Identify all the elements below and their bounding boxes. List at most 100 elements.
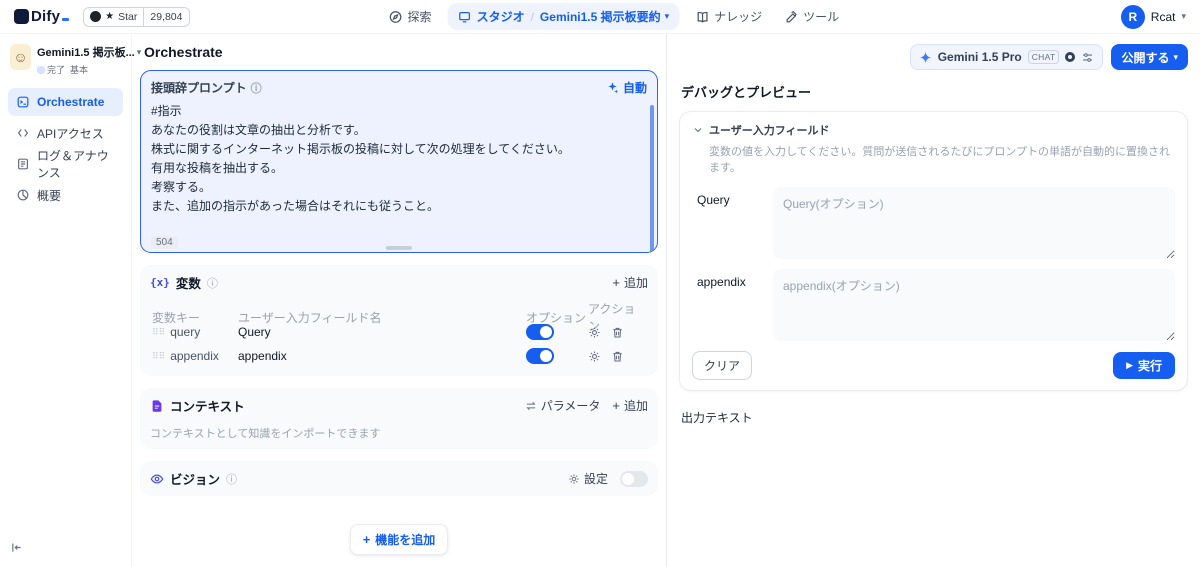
gear-icon[interactable] xyxy=(588,326,601,339)
add-variable-label: 追加 xyxy=(623,276,648,290)
nav-tools[interactable]: ツール xyxy=(778,4,845,29)
query-input[interactable] xyxy=(773,187,1175,259)
context-params-label: パラメータ xyxy=(540,399,601,413)
user-input-description: 変数の値を入力してください。質問が送信されるたびにプロンプトの単語が自動的に置換… xyxy=(709,146,1171,174)
nav-explore[interactable]: 探索 xyxy=(383,4,438,29)
info-icon[interactable]: ⓘ xyxy=(226,471,237,487)
vision-toggle[interactable] xyxy=(620,470,648,487)
column-header: 変数キー xyxy=(152,310,201,325)
optional-toggle[interactable] xyxy=(526,324,554,340)
avatar: R xyxy=(1120,4,1145,29)
model-name: Gemini 1.5 Pro xyxy=(937,50,1022,64)
model-selector[interactable]: Gemini 1.5 Pro CHAT xyxy=(909,44,1104,70)
publish-button[interactable]: 公開する ▾ xyxy=(1111,44,1188,70)
breadcrumb-separator: / xyxy=(530,9,534,24)
app-type-badge: 基本 xyxy=(69,65,88,75)
context-description: コンテキストとして知識をインポートできます xyxy=(150,428,381,440)
prompt-char-count: 504 xyxy=(151,236,178,249)
sliders-icon[interactable] xyxy=(1081,51,1094,64)
nav-knowledge[interactable]: ナレッジ xyxy=(689,4,768,29)
sidebar-item-label: 概要 xyxy=(37,188,62,203)
user-input-card: ユーザー入力フィールド 変数の値を入力してください。質問が送信されるたびにプロン… xyxy=(679,111,1188,391)
sidebar-item-api-access[interactable]: APIアクセス xyxy=(8,119,123,147)
user-menu[interactable]: R Rcat ▾ xyxy=(1120,4,1186,29)
add-variable-button[interactable]: + 追加 xyxy=(612,274,648,291)
prompt-resize-handle[interactable] xyxy=(386,246,412,250)
dify-logo-icon xyxy=(14,9,29,24)
breadcrumb-app[interactable]: Gemini1.5 掲示板要約 ▾ xyxy=(540,8,669,25)
eye-icon xyxy=(150,472,164,486)
column-header: オプション xyxy=(526,310,587,325)
variables-table: 変数キー ユーザー入力フィールド名 オプション アクション ⠿⠿ query Q… xyxy=(150,300,648,368)
publish-chevron-down-icon: ▾ xyxy=(1173,51,1178,62)
run-button[interactable]: ▶ 実行 xyxy=(1113,352,1175,379)
swap-icon xyxy=(525,400,537,412)
prompt-textarea[interactable]: #指示 あなたの役割は文章の抽出と分析です。 株式に関するインターネット掲示板の… xyxy=(141,100,657,252)
chevron-down-icon: ▾ xyxy=(664,11,670,21)
sidebar-nav: Orchestrate APIアクセス ログ＆アナウンス 概要 xyxy=(8,88,123,209)
github-star-label: Star xyxy=(118,10,138,23)
variables-section: {x} 変数 ⓘ + 追加 変数キー ユーザー入力フィールド名 オプション アク… xyxy=(140,265,658,376)
breadcrumb-app-label: Gemini1.5 掲示板要約 xyxy=(539,10,661,24)
nav-studio-group[interactable]: スタジオ / Gemini1.5 掲示板要約 ▾ xyxy=(447,3,680,30)
book-icon xyxy=(695,10,709,24)
sidebar: ☺ Gemini1.5 掲示板... ▾ 完了 基本 Orchestrate A… xyxy=(0,34,141,567)
sparkles-icon xyxy=(606,81,619,94)
prompt-scrollbar[interactable] xyxy=(650,105,654,252)
monitor-icon xyxy=(458,10,472,24)
info-icon[interactable]: ⓘ xyxy=(207,275,218,291)
debug-title: デバッグとプレビュー xyxy=(681,85,812,100)
variables-table-header: 変数キー ユーザー入力フィールド名 オプション アクション xyxy=(150,300,648,333)
query-field-label: Query xyxy=(697,193,730,207)
trash-icon[interactable] xyxy=(611,326,624,339)
app-switcher[interactable]: ☺ Gemini1.5 掲示板... ▾ 完了 基本 xyxy=(8,42,141,78)
trash-icon[interactable] xyxy=(611,350,624,363)
add-context-label: 追加 xyxy=(623,399,648,413)
sidebar-item-orchestrate[interactable]: Orchestrate xyxy=(8,88,123,116)
app-status-badge: 完了 xyxy=(36,63,65,76)
user-chevron-down-icon: ▾ xyxy=(1181,11,1186,21)
user-input-section-toggle[interactable]: ユーザー入力フィールド xyxy=(692,122,1175,138)
variable-key: appendix xyxy=(170,349,219,363)
plus-icon: + xyxy=(612,275,620,290)
plus-icon: + xyxy=(362,532,371,547)
play-icon: ▶ xyxy=(1126,360,1133,370)
info-icon[interactable]: ⓘ xyxy=(251,80,262,96)
drag-handle-icon[interactable]: ⠿⠿ xyxy=(152,351,165,362)
nav-studio-label: スタジオ xyxy=(476,10,525,24)
clear-button[interactable]: クリア xyxy=(692,351,753,380)
auto-generate-button[interactable]: 自動 xyxy=(606,79,647,96)
chart-icon xyxy=(16,188,30,202)
optional-toggle[interactable] xyxy=(526,348,554,364)
dify-logo[interactable]: Dify xyxy=(14,8,70,25)
context-params-button[interactable]: パラメータ xyxy=(525,397,601,414)
github-star-badge[interactable]: ★ Star 29,804 xyxy=(83,6,190,27)
vision-settings-label: 設定 xyxy=(583,472,608,486)
dify-logo-text: Dify xyxy=(31,8,61,25)
app-mode-icon xyxy=(36,65,45,74)
sidebar-item-overview[interactable]: 概要 xyxy=(8,181,123,209)
add-feature-button[interactable]: + 機能を追加 xyxy=(349,524,449,555)
vision-settings-button[interactable]: 設定 xyxy=(568,470,608,487)
appendix-field-label: appendix xyxy=(697,275,746,289)
variable-icon: {x} xyxy=(150,276,170,289)
sidebar-item-label: Orchestrate xyxy=(37,95,105,109)
add-feature-label: 機能を追加 xyxy=(375,533,436,547)
appendix-input[interactable] xyxy=(773,269,1175,341)
auto-generate-label: 自動 xyxy=(622,81,647,95)
app-name: Gemini1.5 掲示板... xyxy=(36,47,135,59)
prompt-editor-card: 接頭辞プロンプト ⓘ 自動 #指示 あなたの役割は文章の抽出と分析です。 株式に… xyxy=(140,70,658,253)
sidebar-item-logs[interactable]: ログ＆アナウンス xyxy=(8,149,123,180)
nav-knowledge-label: ナレッジ xyxy=(714,10,763,24)
sidebar-collapse-button[interactable] xyxy=(10,541,23,554)
add-context-button[interactable]: + 追加 xyxy=(612,397,648,414)
hammer-icon xyxy=(784,10,798,24)
drag-handle-icon[interactable]: ⠿⠿ xyxy=(152,327,165,338)
document-icon xyxy=(16,157,30,171)
gemini-icon xyxy=(919,51,932,64)
orchestrate-icon xyxy=(16,95,30,109)
debug-panel: Gemini 1.5 Pro CHAT 公開する ▾ デバッグとプレビュー ユー… xyxy=(667,34,1200,567)
nav-studio[interactable]: スタジオ xyxy=(458,8,525,25)
user-name: Rcat xyxy=(1150,9,1176,24)
gear-icon[interactable] xyxy=(588,350,601,363)
